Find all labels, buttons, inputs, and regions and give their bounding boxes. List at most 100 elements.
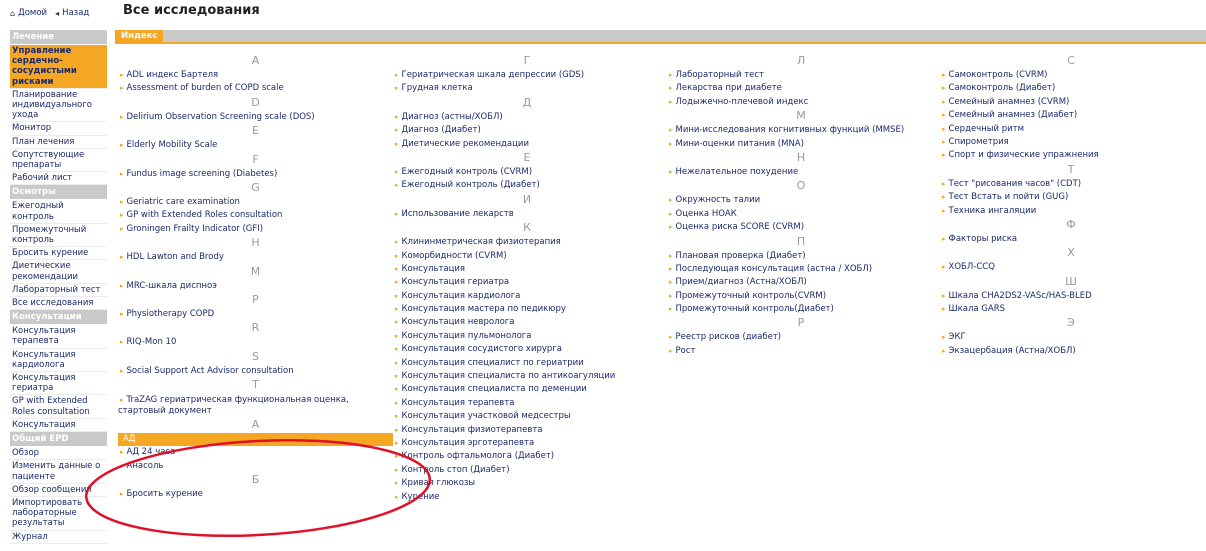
index-link[interactable]: Консультация специалиста по деменции	[393, 383, 661, 396]
index-link[interactable]: Delirium Observation Screening scale (DO…	[118, 111, 393, 124]
sidebar-item[interactable]: Планирование индивидуального ухода	[10, 89, 107, 123]
sidebar-item[interactable]: Обзор сообщений	[10, 484, 107, 497]
index-link[interactable]: Лекарства при диабете	[667, 82, 935, 95]
index-link[interactable]: Рост	[667, 345, 935, 358]
sidebar-item[interactable]: Консультация терапевта	[10, 325, 107, 349]
index-link[interactable]: Консультация специалиста по антикоагуляц…	[393, 370, 661, 383]
sidebar-item[interactable]: Консультация гериатра	[10, 372, 107, 396]
index-link[interactable]: Бросить курение	[118, 488, 393, 501]
index-link[interactable]: Ежегодный контроль (CVRM)	[393, 166, 661, 179]
index-link[interactable]: Мини-исследования когнитивных функций (M…	[667, 124, 935, 137]
index-link[interactable]: Консультация кардиолога	[393, 290, 661, 303]
index-link[interactable]: Оценка риска SCORE (CVRM)	[667, 221, 935, 234]
sidebar-item[interactable]: Бросить курение	[10, 247, 107, 261]
index-link[interactable]: Спирометрия	[940, 136, 1202, 149]
index-link[interactable]: ADL индекс Бартеля	[118, 69, 393, 82]
index-link[interactable]: Консультация гериатра	[393, 276, 661, 289]
index-link[interactable]: Тест Встать и пойти (GUG)	[940, 191, 1202, 204]
sidebar-item[interactable]: Обзор	[10, 447, 107, 461]
index-link[interactable]: Консультация участковой медсестры	[393, 410, 661, 423]
index-link[interactable]: Консультация мастера по педикюру	[393, 303, 661, 316]
sidebar-item[interactable]: Промежуточный контроль	[10, 224, 107, 248]
sidebar-item[interactable]: Ежегодный контроль	[10, 200, 107, 224]
sidebar-item[interactable]: Управление сердечно-сосудистыми рисками	[10, 45, 107, 89]
index-link[interactable]: Окружность талии	[667, 194, 935, 207]
sidebar-item[interactable]: Лабораторный тест	[10, 284, 107, 298]
index-link[interactable]: Контроль стоп (Диабет)	[393, 464, 661, 477]
index-link[interactable]: Physiotherapy COPD	[118, 308, 393, 321]
index-link[interactable]: Спорт и физические упражнения	[940, 149, 1202, 162]
sidebar-item[interactable]: Все исследования	[10, 297, 107, 311]
tab-index[interactable]: Индекс	[115, 30, 164, 42]
index-link[interactable]: RIQ-Mon 10	[118, 336, 393, 349]
index-link[interactable]: Промежуточный контроль(Диабет)	[667, 303, 935, 316]
index-link[interactable]: Анасоль	[118, 460, 393, 473]
sidebar-item[interactable]: Изменить данные о пациенте	[10, 460, 107, 484]
index-link[interactable]: Мини-оценки питания (MNA)	[667, 138, 935, 151]
home-link[interactable]: ⌂ Домой	[10, 8, 47, 18]
index-link[interactable]: Реестр рисков (диабет)	[667, 331, 935, 344]
index-link[interactable]: Консультация сосудистого хирурга	[393, 343, 661, 356]
index-link[interactable]: Тест "рисования часов" (CDT)	[940, 178, 1202, 191]
index-link[interactable]: Шкала GARS	[940, 303, 1202, 316]
index-link[interactable]: АД 24 часа	[118, 446, 393, 459]
index-link[interactable]: Сердечный ритм	[940, 123, 1202, 136]
index-link[interactable]: Консультация	[393, 263, 661, 276]
index-link[interactable]: Факторы риска	[940, 233, 1202, 246]
sidebar-item[interactable]: Рабочий лист	[10, 172, 107, 186]
index-link[interactable]: Диагноз (Диабет)	[393, 124, 661, 137]
index-link[interactable]: Консультация физиотерапевта	[393, 424, 661, 437]
index-link[interactable]: Диетические рекомендации	[393, 138, 661, 151]
index-link[interactable]: ЭКГ	[940, 331, 1202, 344]
index-link[interactable]: Клининметрическая физиотерапия	[393, 236, 661, 249]
back-link[interactable]: ◂ Назад	[55, 8, 89, 18]
index-link[interactable]: Консультация пульмонолога	[393, 330, 661, 343]
sidebar-item[interactable]: Импортировать лабораторные результаты	[10, 497, 107, 531]
index-link[interactable]: Groningen Frailty Indicator (GFI)	[118, 223, 393, 236]
index-link[interactable]: Коморбидности (CVRM)	[393, 250, 661, 263]
index-link[interactable]: TraZAG гериатрическая функциональная оце…	[118, 393, 393, 418]
index-link[interactable]: Экзацербация (Астна/ХОБЛ)	[940, 345, 1202, 358]
sidebar-item[interactable]: Журнал	[10, 531, 107, 544]
index-link[interactable]: Промежуточный контроль(CVRM)	[667, 290, 935, 303]
index-link[interactable]: Шкала CHA2DS2-VASc/HAS-BLED	[940, 290, 1202, 303]
sidebar-item[interactable]: Сопутствующие препараты	[10, 149, 107, 173]
index-link[interactable]: Диагноз (астны/ХОБЛ)	[393, 111, 661, 124]
index-link[interactable]: Гериатрическая шкала депрессии (GDS)	[393, 69, 661, 82]
index-link[interactable]: Использование лекарств	[393, 208, 661, 221]
index-link[interactable]: Самоконтроль (Диабет)	[940, 82, 1202, 95]
index-link[interactable]: Лодыжечно-плечевой индекс	[667, 96, 935, 109]
index-link[interactable]: Семейный анамнез (Диабет)	[940, 109, 1202, 122]
index-link[interactable]: Курение	[393, 491, 661, 504]
index-link[interactable]: Ежегодный контроль (Диабет)	[393, 179, 661, 192]
sidebar-item[interactable]: План лечения	[10, 136, 107, 149]
sidebar-item[interactable]: Монитор	[10, 122, 107, 136]
index-link[interactable]: Нежелательное похудение	[667, 166, 935, 179]
index-link[interactable]: Семейный анамнез (CVRM)	[940, 96, 1202, 109]
index-link[interactable]: Кривая глюкозы	[393, 477, 661, 490]
sidebar-item[interactable]: Диетические рекомендации	[10, 260, 107, 284]
index-link[interactable]: Последующая консультация (астна / ХОБЛ)	[667, 263, 935, 276]
index-link[interactable]: Fundus image screening (Diabetes)	[118, 168, 393, 181]
index-link[interactable]: Geriatric care examination	[118, 196, 393, 209]
index-link[interactable]: АД	[118, 433, 393, 447]
index-link[interactable]: Плановая проверка (Диабет)	[667, 250, 935, 263]
index-link[interactable]: Консультация невролога	[393, 316, 661, 329]
index-link[interactable]: Грудная клетка	[393, 82, 661, 95]
sidebar-item[interactable]: GP with Extended Roles consultation	[10, 395, 107, 419]
index-link[interactable]: Техника ингаляции	[940, 205, 1202, 218]
sidebar-item[interactable]: Консультация кардиолога	[10, 349, 107, 373]
index-link[interactable]: Консультация специалист по гериатрии	[393, 357, 661, 370]
index-link[interactable]: Контроль офтальмолога (Диабет)	[393, 450, 661, 463]
index-link[interactable]: Консультация терапевта	[393, 397, 661, 410]
index-link[interactable]: Assessment of burden of COPD scale	[118, 82, 393, 95]
sidebar-item[interactable]: Консультация	[10, 419, 107, 433]
index-link[interactable]: HDL Lawton and Brody	[118, 251, 393, 264]
index-link[interactable]: Прием/диагноз (Астна/ХОБЛ)	[667, 276, 935, 289]
index-link[interactable]: Оценка НОАК	[667, 208, 935, 221]
index-link[interactable]: Лабораторный тест	[667, 69, 935, 82]
index-link[interactable]: Консультация эрготерапевта	[393, 437, 661, 450]
index-link[interactable]: Самоконтроль (CVRM)	[940, 69, 1202, 82]
index-link[interactable]: ХОБЛ-CCQ	[940, 261, 1202, 274]
index-link[interactable]: Social Support Act Advisor consultation	[118, 365, 393, 378]
